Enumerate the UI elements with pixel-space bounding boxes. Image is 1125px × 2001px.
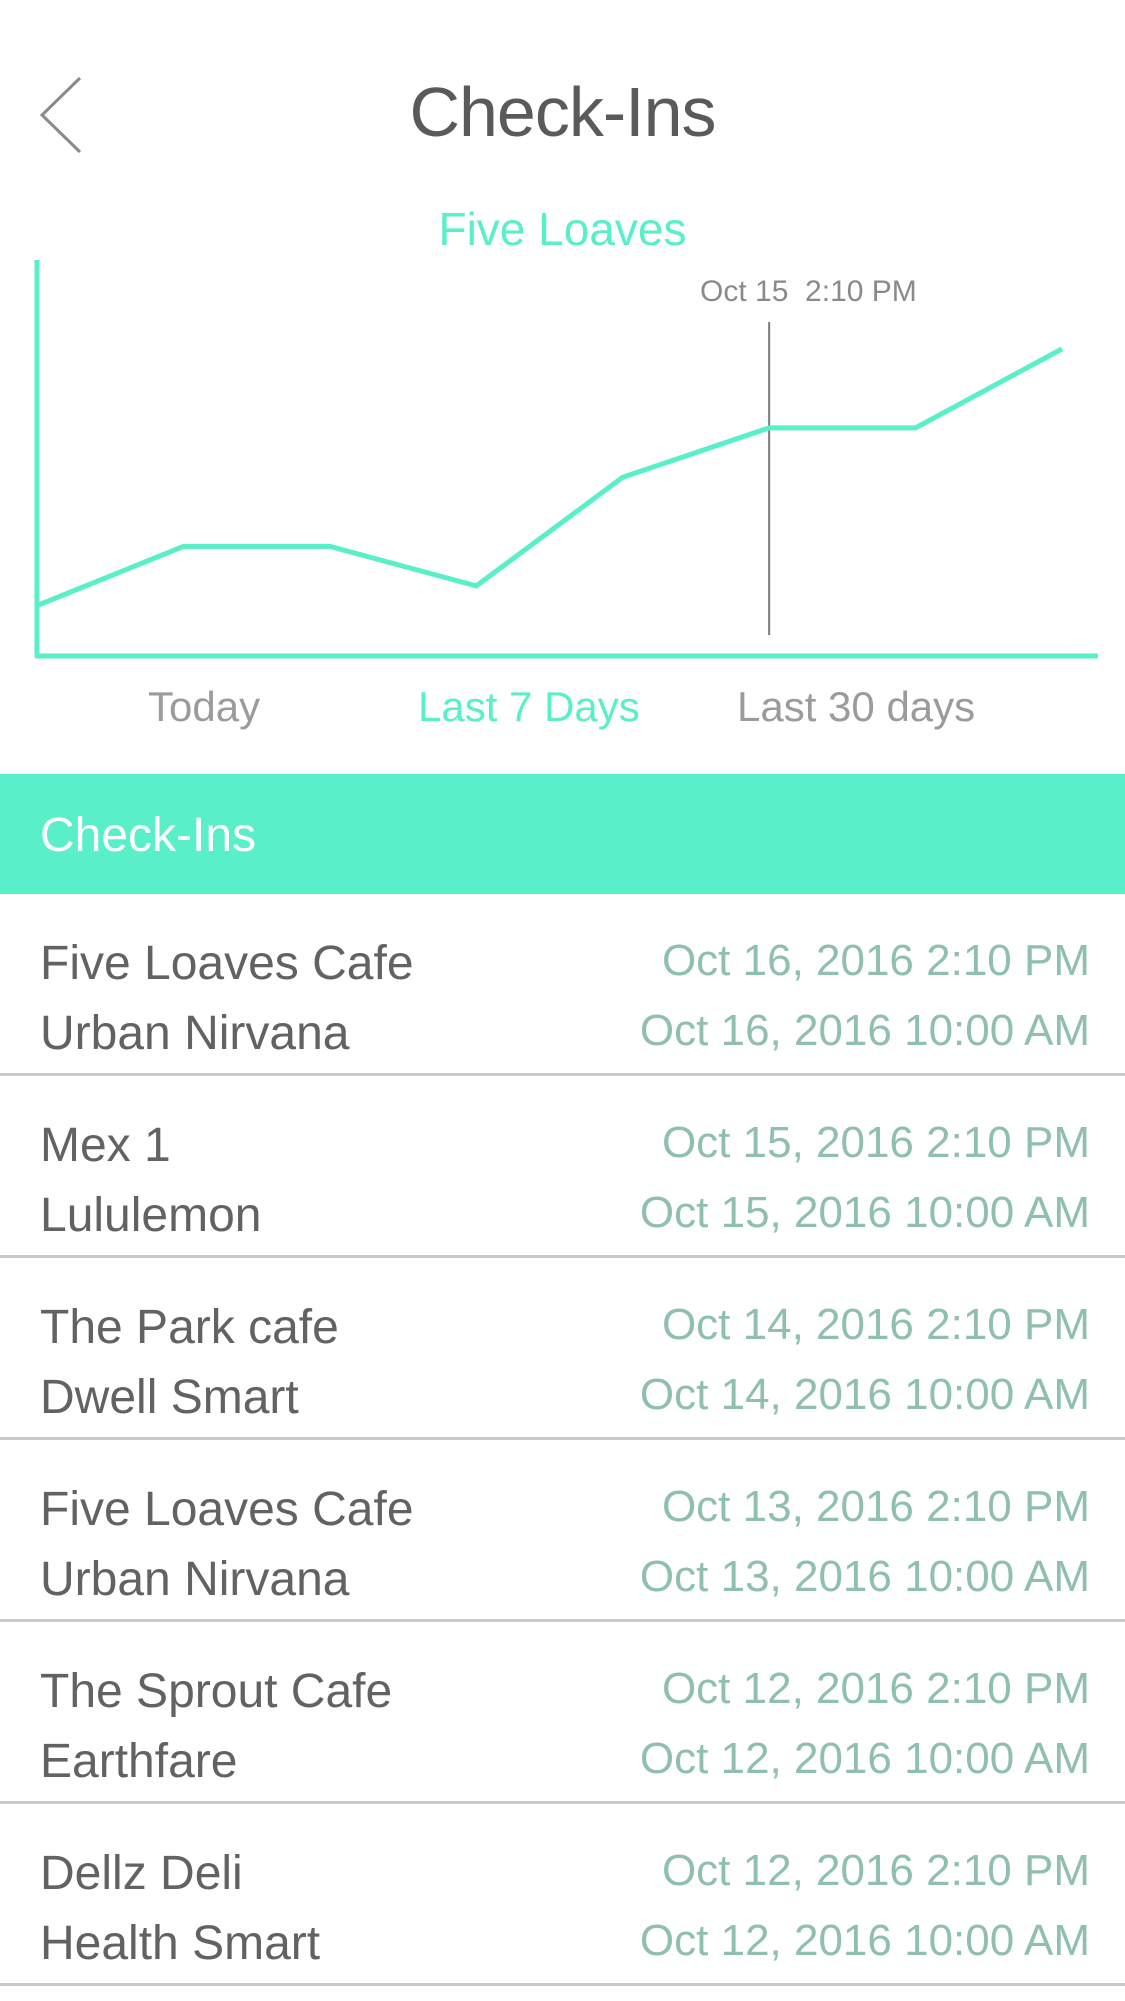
place-name: Urban Nirvana [40, 1007, 350, 1060]
tab-last-30-days[interactable]: Last 30 days [737, 683, 975, 731]
checkin-time: Oct 16, 2016 10:00 AM [639, 1006, 1090, 1055]
place-name: The Sprout Cafe [40, 1665, 393, 1718]
list-item[interactable]: The Sprout Cafe Oct 12, 2016 2:10 PM Ear… [0, 1622, 1125, 1804]
checkin-time: Oct 13, 2016 10:00 AM [639, 1552, 1090, 1601]
header: Check-Ins [0, 0, 1125, 200]
place-name: Earthfare [40, 1735, 238, 1788]
section-title: Check-Ins [40, 809, 257, 862]
place-name: The Park cafe [40, 1301, 339, 1354]
time-range-tabs: Today Last 7 Days Last 30 days [0, 683, 1125, 743]
line-chart [34, 260, 1098, 659]
list-item[interactable]: Dellz Deli Oct 12, 2016 2:10 PM Health S… [0, 1804, 1125, 1986]
checkin-time: Oct 15, 2016 2:10 PM [661, 1118, 1090, 1167]
checkin-time: Oct 12, 2016 2:10 PM [661, 1846, 1090, 1895]
place-name: Five Loaves Cafe [40, 937, 414, 990]
place-name: Mex 1 [40, 1119, 171, 1172]
tab-today[interactable]: Today [148, 683, 260, 731]
list-item[interactable]: Mex 1 Oct 15, 2016 2:10 PM Lululemon Oct… [0, 1076, 1125, 1258]
list-item[interactable]: Five Loaves Cafe Oct 13, 2016 2:10 PM Ur… [0, 1440, 1125, 1622]
chart-marker-label: Oct 15 2:10 PM [700, 275, 917, 308]
checkin-time: Oct 12, 2016 2:10 PM [661, 1664, 1090, 1713]
place-name: Health Smart [40, 1917, 321, 1970]
list-item[interactable]: Five Loaves Cafe Oct 16, 2016 2:10 PM Ur… [0, 894, 1125, 1076]
checkin-time: Oct 14, 2016 10:00 AM [639, 1370, 1090, 1419]
checkin-time: Oct 13, 2016 2:10 PM [661, 1482, 1090, 1531]
checkin-time: Oct 12, 2016 10:00 AM [639, 1734, 1090, 1783]
tab-last-7-days[interactable]: Last 7 Days [418, 683, 640, 731]
place-name: Dellz Deli [40, 1847, 243, 1900]
list-item[interactable]: The Park cafe Oct 14, 2016 2:10 PM Dwell… [0, 1258, 1125, 1440]
series-line [36, 346, 1064, 608]
place-name: Dwell Smart [40, 1371, 299, 1424]
checkin-time: Oct 15, 2016 10:00 AM [639, 1188, 1090, 1237]
section-header: Check-Ins [0, 774, 1125, 894]
place-name: Urban Nirvana [40, 1553, 350, 1606]
place-name: Lululemon [40, 1189, 262, 1242]
checkin-list: Five Loaves Cafe Oct 16, 2016 2:10 PM Ur… [0, 894, 1125, 1986]
checkin-time: Oct 14, 2016 2:10 PM [661, 1300, 1090, 1349]
checkin-time: Oct 16, 2016 2:10 PM [661, 936, 1090, 985]
page-title: Check-Ins [409, 73, 716, 151]
checkin-time: Oct 12, 2016 10:00 AM [639, 1916, 1090, 1965]
place-name: Five Loaves Cafe [40, 1483, 414, 1536]
